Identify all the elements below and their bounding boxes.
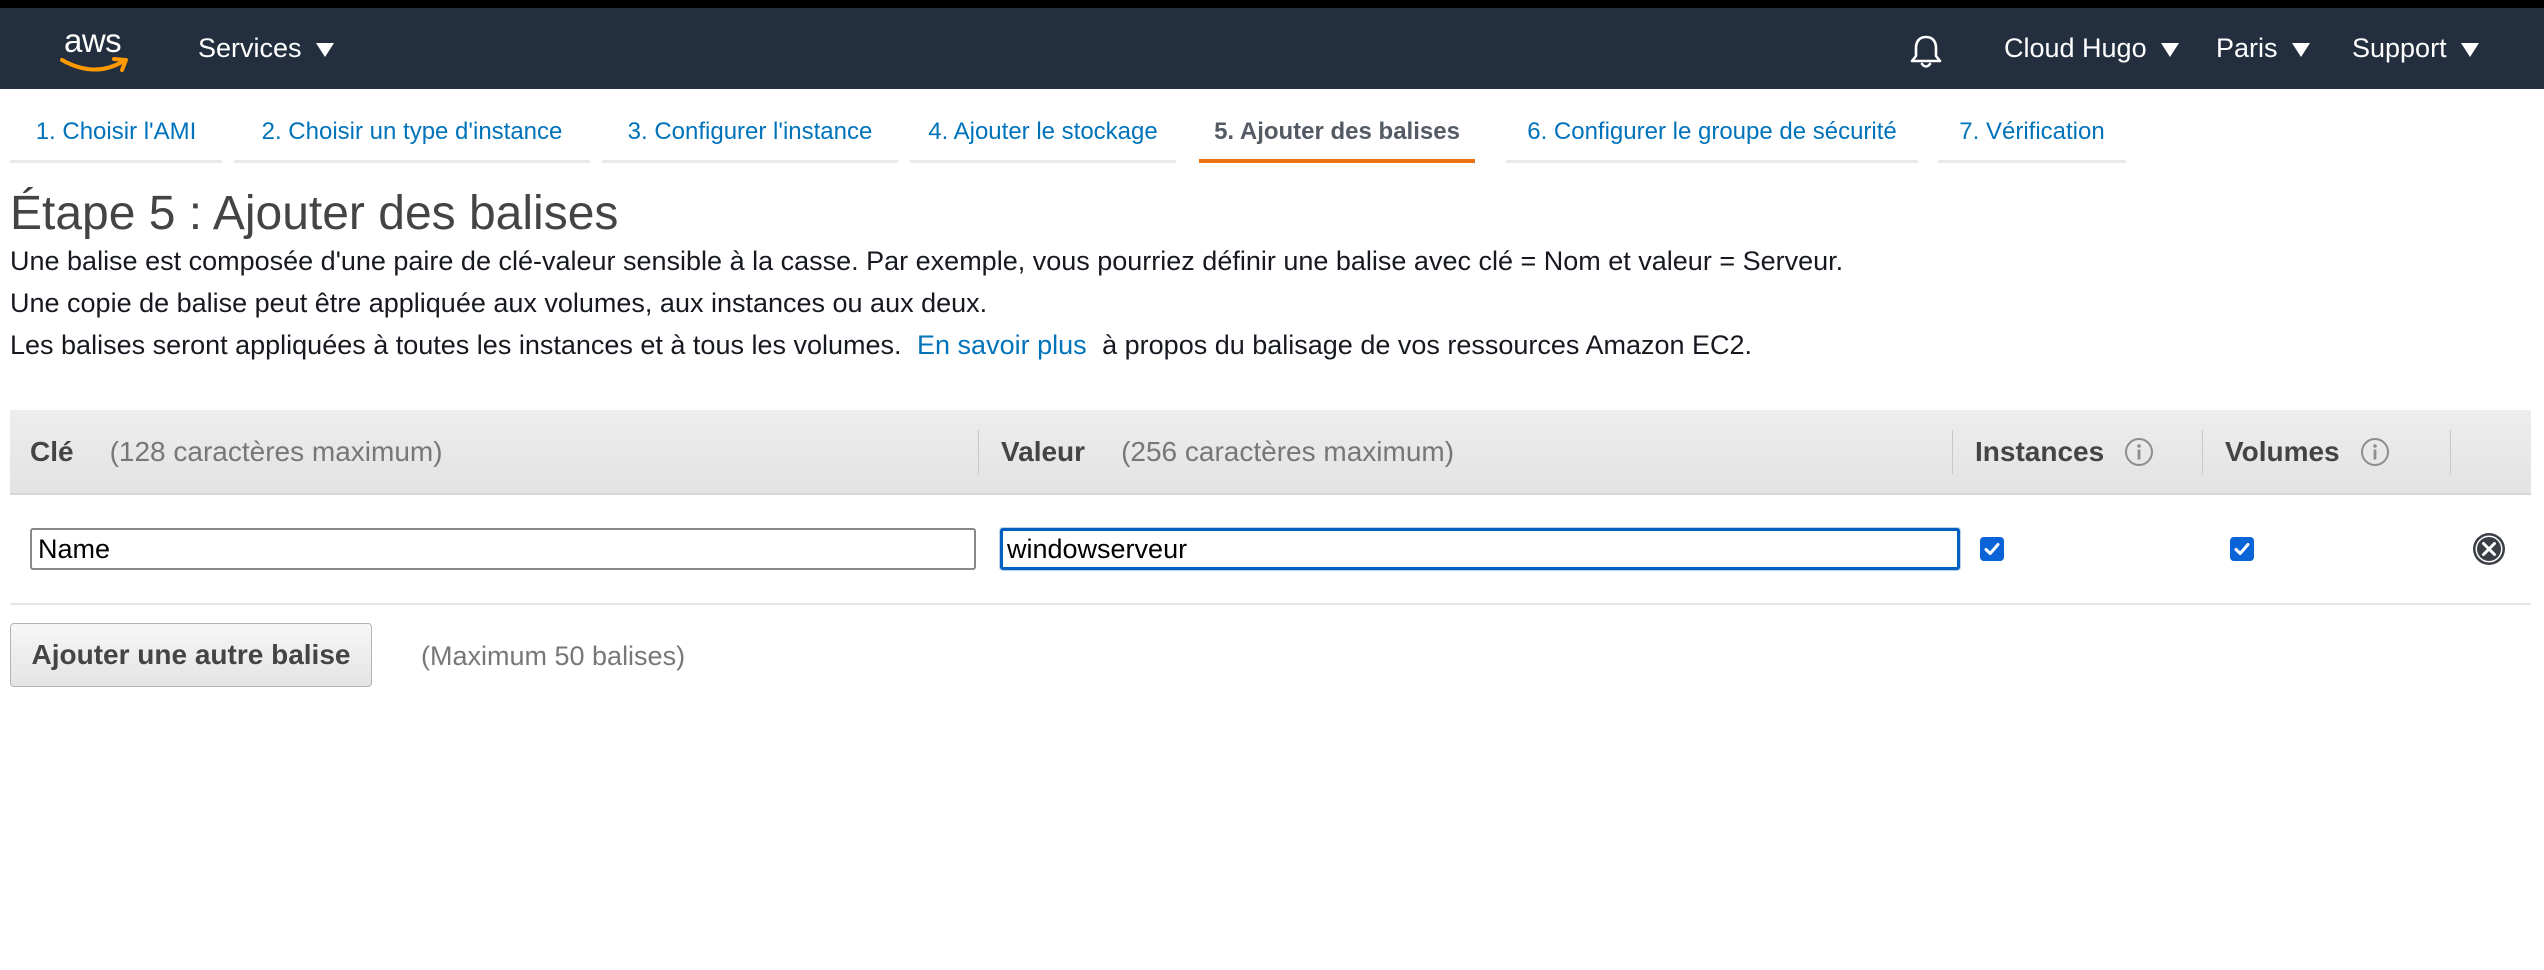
instances-column-label: Instances — [1975, 435, 2105, 467]
column-divider — [2202, 430, 2203, 474]
wizard-step-label: 6. Configurer le groupe de sécurité — [1527, 118, 1897, 145]
chevron-down-icon — [2291, 42, 2310, 57]
tag-value-input[interactable] — [1000, 528, 1960, 570]
wizard-step-label: 7. Vérification — [1959, 118, 2105, 145]
description-line-3: Les balises seront appliquées à toutes l… — [10, 330, 1752, 361]
key-column-label: Clé — [30, 435, 74, 467]
key-column-header: Clé (128 caractères maximum) — [30, 410, 443, 493]
page-title: Étape 5 : Ajouter des balises — [10, 187, 619, 240]
value-column-label: Valeur — [1001, 435, 1086, 467]
wizard-step-choose-ami[interactable]: 1. Choisir l'AMI — [10, 110, 222, 163]
info-icon[interactable] — [2124, 437, 2154, 467]
chevron-down-icon — [315, 42, 334, 57]
wizard-step-label: 5. Ajouter des balises — [1214, 118, 1460, 145]
chevron-down-icon — [2460, 42, 2479, 57]
volumes-column-label: Volumes — [2225, 435, 2340, 467]
description-line-3-prefix: Les balises seront appliquées à toutes l… — [10, 330, 902, 360]
learn-more-link[interactable]: En savoir plus — [917, 330, 1087, 360]
aws-logo-text: aws — [64, 22, 122, 59]
instances-checkbox[interactable] — [1980, 537, 2004, 561]
services-menu[interactable]: Services — [198, 8, 334, 89]
wizard-step-label: 4. Ajouter le stockage — [928, 118, 1158, 145]
wizard-step-label: 3. Configurer l'instance — [627, 118, 873, 145]
tag-key-input[interactable] — [30, 528, 976, 570]
instances-column-header: Instances — [1975, 410, 2154, 493]
support-label: Support — [2352, 33, 2447, 63]
add-tag-button[interactable]: Ajouter une autre balise — [10, 623, 372, 687]
column-divider — [978, 430, 979, 474]
account-menu[interactable]: Cloud Hugo — [2004, 8, 2179, 89]
top-navigation-bar: aws Services Cloud Hugo Paris Support — [0, 0, 2544, 89]
support-menu[interactable]: Support — [2352, 8, 2479, 89]
description-line-1: Une balise est composée d'une paire de c… — [10, 246, 1844, 276]
info-icon[interactable] — [2360, 437, 2390, 467]
wizard-step-configure-instance[interactable]: 3. Configurer l'instance — [602, 110, 898, 163]
description-line-2: Une copie de balise peut être appliquée … — [10, 288, 988, 318]
volumes-checkbox[interactable] — [2230, 537, 2254, 561]
bell-icon[interactable] — [1906, 32, 1946, 72]
aws-logo[interactable]: aws — [58, 22, 138, 78]
wizard-step-add-tags[interactable]: 5. Ajouter des balises — [1199, 110, 1475, 163]
description-line-3-suffix: à propos du balisage de vos ressources A… — [1102, 330, 1753, 360]
remove-tag-icon[interactable] — [2472, 532, 2506, 566]
value-column-hint: (256 caractères maximum) — [1121, 435, 1455, 467]
column-divider — [1952, 430, 1953, 474]
aws-smile-icon — [60, 57, 128, 72]
wizard-step-configure-security-group[interactable]: 6. Configurer le groupe de sécurité — [1506, 110, 1918, 163]
account-label: Cloud Hugo — [2004, 33, 2147, 63]
value-column-header: Valeur (256 caractères maximum) — [1001, 410, 1454, 493]
tags-table-header: Clé (128 caractères maximum) Valeur (256… — [10, 410, 2531, 495]
chevron-down-icon — [2160, 42, 2179, 57]
wizard-step-label: 2. Choisir un type d'instance — [261, 118, 563, 145]
wizard-step-review[interactable]: 7. Vérification — [1938, 110, 2126, 163]
region-menu[interactable]: Paris — [2216, 8, 2310, 89]
wizard-step-add-storage[interactable]: 4. Ajouter le stockage — [910, 110, 1176, 163]
key-column-hint: (128 caractères maximum) — [109, 435, 443, 467]
wizard-step-label: 1. Choisir l'AMI — [35, 118, 197, 145]
volumes-column-header: Volumes — [2225, 410, 2390, 493]
wizard-step-choose-instance-type[interactable]: 2. Choisir un type d'instance — [234, 110, 590, 163]
max-tags-note: (Maximum 50 balises) — [421, 641, 686, 671]
table-row — [10, 495, 2531, 605]
region-label: Paris — [2216, 33, 2278, 63]
column-divider — [2450, 430, 2451, 474]
services-label: Services — [198, 33, 302, 63]
